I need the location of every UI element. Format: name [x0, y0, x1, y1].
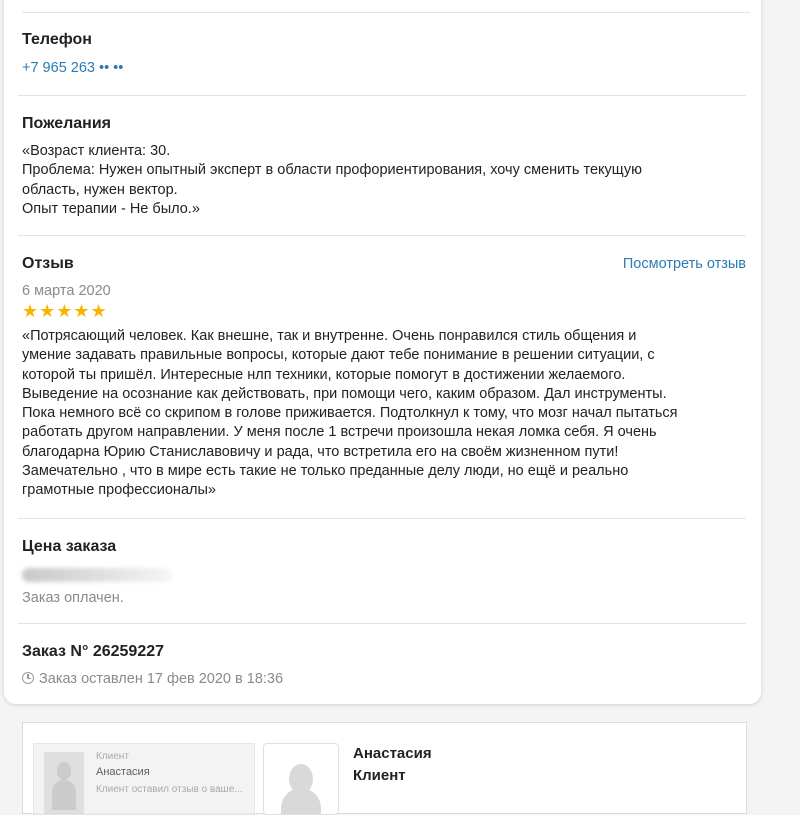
review-line: умение задавать правильные вопросы, кото…: [22, 347, 655, 364]
review-line: благодарна Юрию Станиславовичу и рада, ч…: [22, 443, 619, 460]
review-line: которой ты пришёл. Интересные нлп техник…: [22, 366, 626, 383]
order-section: Заказ N° 26259227 Заказ оставлен 17 фев …: [22, 643, 746, 687]
divider: [18, 518, 746, 519]
mini-text: Клиент оставил отзыв о ваше...: [96, 784, 243, 795]
review-date: 6 марта 2020: [22, 283, 111, 299]
price-redacted: [22, 568, 172, 582]
phone-section: Телефон +7 965 263 •• ••: [22, 31, 746, 76]
payment-status: Заказ оплачен.: [22, 590, 124, 606]
client-name: Анастасия: [353, 745, 432, 762]
price-section: Цена заказа: [22, 538, 746, 556]
review-section: Отзыв Посмотреть отзыв 6 марта 2020 ★★★★…: [22, 255, 746, 501]
divider: [18, 95, 746, 96]
order-title: Заказ N° 26259227: [22, 643, 165, 660]
phone-value[interactable]: +7 965 263 •• ••: [22, 60, 746, 76]
phone-title: Телефон: [22, 31, 92, 48]
wishes-line: Опыт терапии - Не было.»: [22, 200, 200, 217]
star-icons: ★★★★★: [22, 301, 108, 321]
mini-role: Клиент: [96, 751, 129, 762]
review-line: Замечательно , что в мире есть такие не …: [22, 463, 629, 480]
wishes-line: Проблема: Нужен опытный эксперт в област…: [22, 162, 643, 179]
order-placed-text: Заказ оставлен 17 фев 2020 в 18:36: [39, 671, 284, 687]
wishes-line: область, нужен вектор.: [22, 181, 178, 198]
price-title: Цена заказа: [22, 538, 117, 555]
wishes-text: «Возраст клиента: 30. Проблема: Нужен оп…: [22, 142, 746, 219]
rating-stars: ★★★★★: [22, 301, 746, 322]
avatar[interactable]: [263, 743, 339, 815]
wishes-section: Пожелания «Возраст клиента: 30. Проблема…: [22, 115, 746, 219]
client-role: Клиент: [353, 767, 406, 784]
clock-icon: [22, 672, 34, 684]
review-line: работать другом направлении. У меня посл…: [22, 424, 657, 441]
mini-name: Анастасия: [96, 766, 150, 778]
client-preview-card[interactable]: Клиент Анастасия Клиент оставил отзыв о …: [33, 743, 255, 815]
order-placed: Заказ оставлен 17 фев 2020 в 18:36: [22, 671, 746, 687]
review-line: Выведение на осознание как действовать, …: [22, 385, 667, 402]
review-line: грамотные профессионалы»: [22, 482, 216, 499]
review-line: «Потрясающий человек. Как внешне, так и …: [22, 328, 637, 344]
wishes-title: Пожелания: [22, 115, 111, 132]
divider: [18, 623, 746, 624]
top-divider: [22, 12, 750, 13]
client-panel: Клиент Анастасия Клиент оставил отзыв о …: [22, 722, 747, 815]
view-review-link[interactable]: Посмотреть отзыв: [623, 256, 746, 272]
wishes-line: «Возраст клиента: 30.: [22, 143, 171, 159]
user-placeholder-icon: [44, 752, 84, 814]
review-text: «Потрясающий человек. Как внешне, так и …: [22, 327, 746, 501]
divider: [18, 235, 746, 236]
review-line: Пока немного всё со скрипом в голове при…: [22, 405, 678, 422]
